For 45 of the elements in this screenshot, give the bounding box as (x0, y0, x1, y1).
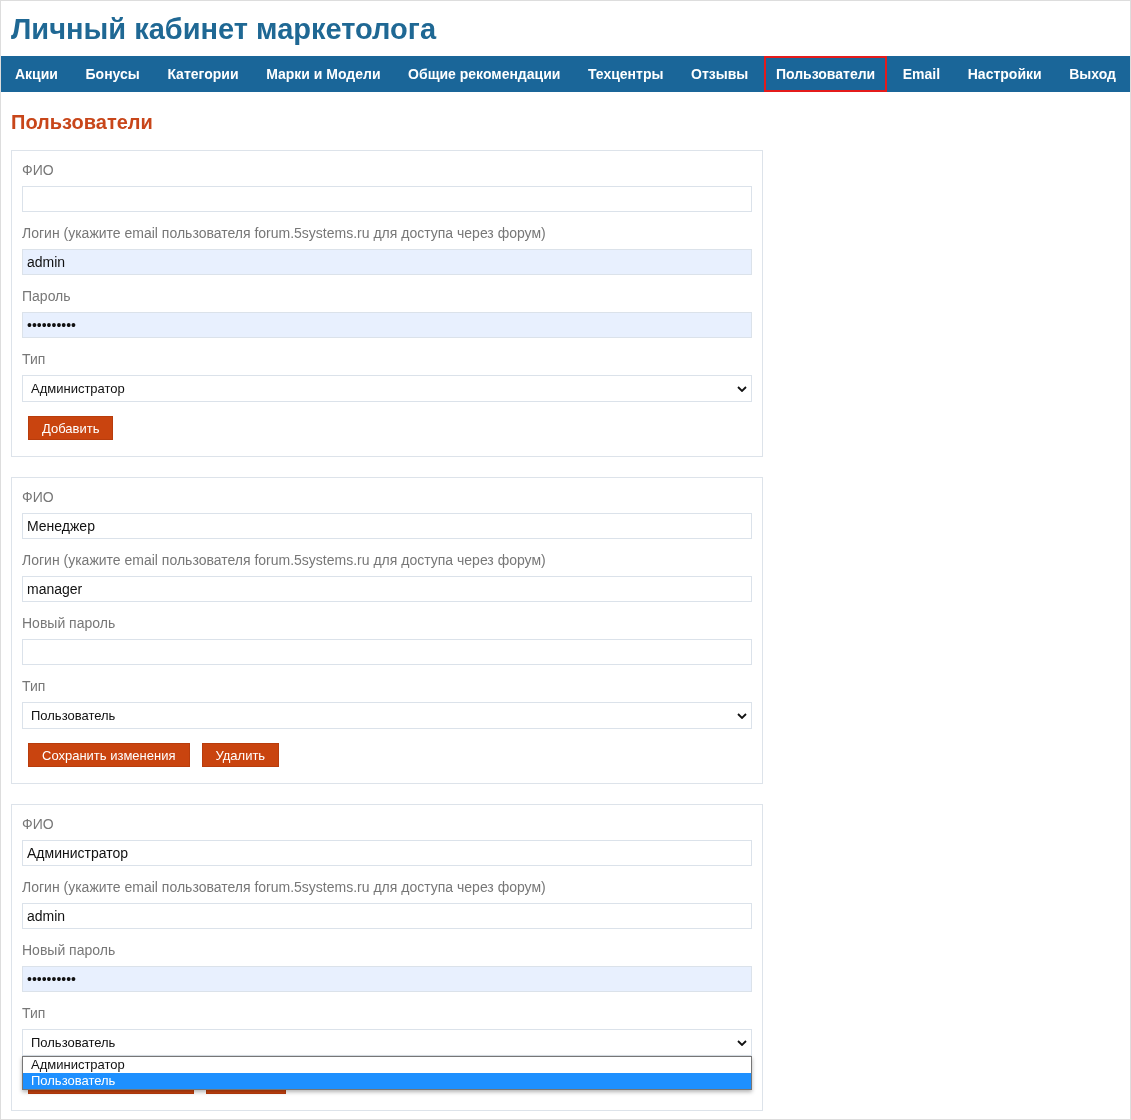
field-label: Логин (укажите email пользователя forum.5systems.ru для доступа через форум) (22, 878, 547, 897)
select-field[interactable]: Пользователь (22, 702, 752, 729)
field-label: Пароль (22, 287, 72, 306)
nav-item[interactable]: Техцентры (575, 56, 676, 92)
select-field[interactable]: Пользователь (22, 1029, 752, 1056)
nav-item[interactable]: Марки и Модели (254, 56, 393, 92)
input-field[interactable]: •••••••••• (22, 966, 752, 992)
nav-item[interactable]: Email (890, 56, 953, 92)
field-label: ФИО (22, 488, 55, 507)
dropdown-option[interactable]: Пользователь (23, 1073, 751, 1089)
nav-item[interactable]: Категории (155, 56, 251, 92)
delete-button[interactable]: Удалить (201, 743, 280, 767)
input-field[interactable] (22, 639, 752, 665)
field-label: Тип (22, 350, 47, 369)
input-field[interactable]: admin (22, 903, 752, 929)
select-field[interactable]: Администратор (22, 375, 752, 402)
field-label: Тип (22, 1004, 47, 1023)
field-label: Новый пароль (22, 614, 117, 633)
input-field[interactable]: manager (22, 576, 752, 602)
input-field[interactable]: Администратор (22, 840, 752, 866)
input-field[interactable]: admin (22, 249, 752, 275)
nav-item[interactable]: Бонусы (73, 56, 152, 92)
save-button[interactable]: Сохранить изменения (28, 743, 190, 767)
field-label: Логин (укажите email пользователя forum.5systems.ru для доступа через форум) (22, 551, 547, 570)
input-field[interactable]: •••••••••• (22, 312, 752, 338)
nav-item[interactable]: Акции (3, 56, 70, 92)
field-label: Новый пароль (22, 941, 117, 960)
site-title: Личный кабинет маркетолога (10, 12, 438, 47)
page-heading: Пользователи (10, 110, 154, 135)
field-label: ФИО (22, 161, 55, 180)
add-button[interactable]: Добавить (28, 416, 114, 440)
nav-item[interactable]: Выход (1057, 56, 1128, 92)
chevron-down-icon (737, 712, 747, 719)
input-field[interactable] (22, 186, 752, 212)
chevron-down-icon (737, 1039, 747, 1046)
nav-item[interactable]: Настройки (955, 56, 1054, 92)
nav-item[interactable]: Пользователи (763, 56, 888, 92)
nav-item[interactable]: Общие рекомендации (396, 56, 573, 92)
field-label: Тип (22, 677, 47, 696)
field-label: Логин (укажите email пользователя forum.5systems.ru для доступа через форум) (22, 224, 547, 243)
dropdown-option[interactable]: Администратор (23, 1057, 751, 1073)
input-field[interactable]: Менеджер (22, 513, 752, 539)
field-label: ФИО (22, 815, 55, 834)
chevron-down-icon (737, 385, 747, 392)
nav-item[interactable]: Отзывы (679, 56, 761, 92)
